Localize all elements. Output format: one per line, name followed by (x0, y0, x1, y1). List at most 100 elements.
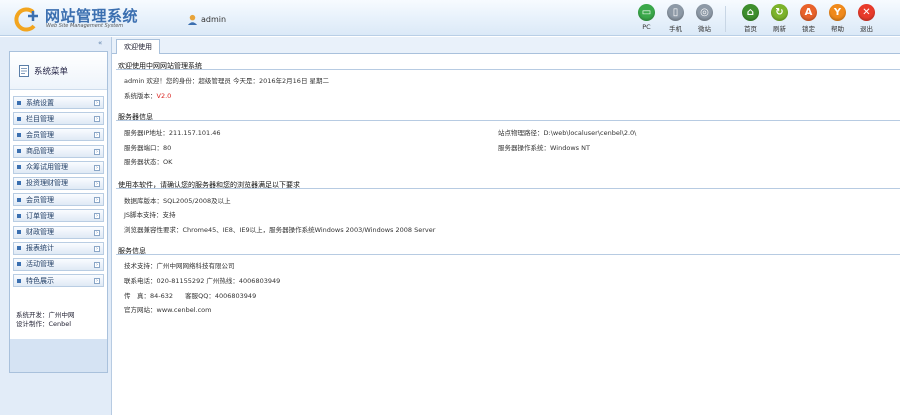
official-site: 官方网站：www.cenbel.com (124, 304, 212, 314)
sidebar-item-column-management[interactable]: 栏目管理 › (13, 112, 104, 126)
sidebar-item-order-management[interactable]: 订单管理 › (13, 209, 104, 223)
main-content: 欢迎使用 欢迎使用中网网站管理系统 admin 欢迎！您的身份：超级管理员 今天… (112, 37, 900, 415)
sidebar-item-label: 会员管理 (26, 195, 54, 204)
server-title: 服务器信息 (116, 112, 900, 121)
server-status-value: OK (163, 158, 173, 166)
requirements-section: 使用本软件，请确认您的服务器和您的浏览器满足以下要求 (116, 180, 900, 189)
js-label: JS脚本支持： (124, 211, 163, 219)
sidebar-item-label: 众筹试用管理 (26, 163, 68, 172)
refresh-button[interactable]: ↻ 刷新 (765, 4, 794, 34)
fax-qq: 传 真：84-632 客服QQ：4006803949 (124, 290, 256, 300)
phone-icon: ▯ (667, 4, 684, 21)
sidebar-item-reports[interactable]: 报表统计 › (13, 241, 104, 255)
sidebar-item-label: 报表统计 (26, 244, 54, 253)
exit-label: 退出 (860, 25, 873, 33)
sidebar-item-label: 活动管理 (26, 260, 54, 269)
sidebar-item-activity-management[interactable]: 活动管理 › (13, 257, 104, 271)
sidebar-item-member-management[interactable]: 会员管理 › (13, 128, 104, 142)
fax-label: 传 真： (124, 292, 150, 300)
service-section: 服务信息 (116, 246, 900, 255)
welcome-title: 欢迎使用中网网站管理系统 (116, 61, 900, 70)
sidebar-item-label: 订单管理 (26, 211, 54, 220)
server-status-label: 服务器状态： (124, 158, 163, 166)
sidebar-item-label: 商品管理 (26, 147, 54, 156)
tab-bar: 欢迎使用 (112, 37, 900, 54)
site-link[interactable]: www.cenbel.com (157, 306, 212, 314)
phone-label: 手机 (669, 25, 682, 33)
pc-button[interactable]: ▭ PC (632, 4, 661, 34)
pc-icon: ▭ (638, 4, 655, 21)
expand-icon: › (94, 100, 100, 106)
top-header: 网站管理系统 Web Site Management System admin … (0, 0, 900, 36)
bullet-icon (17, 197, 21, 202)
expand-icon: › (94, 213, 100, 220)
bullet-icon (17, 116, 21, 121)
sidebar-credits: 系统开发：广州中网 设计制作：Cenbel (16, 311, 75, 329)
logo-subtitle: Web Site Management System (46, 23, 124, 29)
version-label: 系统版本： (124, 92, 157, 100)
credits-designer: 设计制作：Cenbel (16, 320, 72, 328)
bullet-icon (17, 181, 21, 186)
server-status: 服务器状态：OK (124, 156, 172, 166)
sidebar-item-member-management-2[interactable]: 会员管理 › (13, 193, 104, 207)
sidebar-item-featured-display[interactable]: 特色展示 › (13, 274, 104, 288)
collapse-sidebar-button[interactable]: « (98, 39, 102, 47)
home-button[interactable]: ⌂ 首页 (736, 4, 765, 34)
sidebar-item-system-settings[interactable]: 系统设置 › (13, 96, 104, 109)
bullet-icon (17, 213, 21, 218)
refresh-label: 刷新 (773, 25, 786, 33)
bullet-icon (17, 132, 21, 137)
logo: 网站管理系统 Web Site Management System (12, 4, 162, 32)
db-label: 数据库版本： (124, 197, 163, 205)
tech-support: 技术支持：广州中网网络科技有限公司 (124, 262, 235, 270)
sidebar-item-crowdfunding[interactable]: 众筹试用管理 › (13, 160, 104, 174)
version-value: V2.0 (156, 92, 172, 100)
phone-label: 联系电话： (124, 277, 157, 285)
server-port-label: 服务器端口： (124, 144, 163, 152)
sidebar-item-label: 系统设置 (26, 98, 54, 107)
sidebar-item-investment[interactable]: 投资理财管理 › (13, 176, 104, 190)
browser-value: Chrome45、IE8、IE9以上，服务器操作系统Windows 2003/W… (182, 226, 436, 234)
server-port: 服务器端口：80 (124, 142, 171, 152)
lock-icon: A (800, 4, 817, 21)
expand-icon: › (94, 180, 100, 187)
home-icon: ⌂ (742, 4, 759, 21)
server-os-value: Windows NT (550, 144, 590, 152)
db-requirement: 数据库版本：SQL2005/2008及以上 (124, 195, 231, 205)
sidebar-item-finance-management[interactable]: 财政管理 › (13, 225, 104, 239)
refresh-icon: ↻ (771, 4, 788, 21)
js-requirement: JS脚本支持：支持 (124, 209, 176, 219)
expand-icon: › (94, 164, 100, 171)
sidebar-item-label: 特色展示 (26, 276, 54, 285)
weizhan-label: 微站 (698, 25, 711, 33)
qq-value: 4006803949 (214, 292, 257, 300)
help-icon: Y (829, 4, 846, 21)
tab-welcome[interactable]: 欢迎使用 (116, 39, 160, 54)
user-icon (187, 14, 198, 25)
exit-button[interactable]: ✕ 退出 (852, 4, 881, 34)
document-icon (19, 64, 29, 77)
db-value: SQL2005/2008及以上 (163, 197, 231, 205)
expand-icon: › (94, 245, 100, 252)
bullet-icon (17, 278, 21, 283)
welcome-section: 欢迎使用中网网站管理系统 (116, 61, 900, 70)
logo-icon (14, 7, 38, 32)
browser-label: 浏览器兼容性要求： (124, 226, 183, 234)
credits-developer: 系统开发：广州中网 (16, 311, 75, 319)
sidebar-item-label: 投资理财管理 (26, 179, 68, 188)
site-label: 官方网站： (124, 306, 157, 314)
sidebar-item-product-management[interactable]: 商品管理 › (13, 144, 104, 158)
help-button[interactable]: Y 帮助 (823, 4, 852, 34)
browser-requirement: 浏览器兼容性要求：Chrome45、IE8、IE9以上，服务器操作系统Windo… (124, 224, 435, 234)
lock-button[interactable]: A 锁定 (794, 4, 823, 34)
bullet-icon (17, 230, 21, 234)
phone-button[interactable]: ▯ 手机 (661, 4, 690, 34)
welcome-line: admin 欢迎！您的身份：超级管理员 今天是：2016年2月16日 星期二 (124, 77, 330, 85)
help-label: 帮助 (831, 25, 844, 33)
weizhan-button[interactable]: ◎ 微站 (690, 4, 719, 34)
system-menu: 系统菜单 系统设置 › 栏目管理 › 会员管理 › 商品管理 › 众筹试用管理 › 投资理… (9, 51, 108, 373)
expand-icon: › (94, 278, 100, 285)
expand-icon: › (94, 197, 100, 204)
server-ip-value: 211.157.101.46 (168, 129, 221, 137)
server-port-value: 80 (163, 144, 172, 152)
